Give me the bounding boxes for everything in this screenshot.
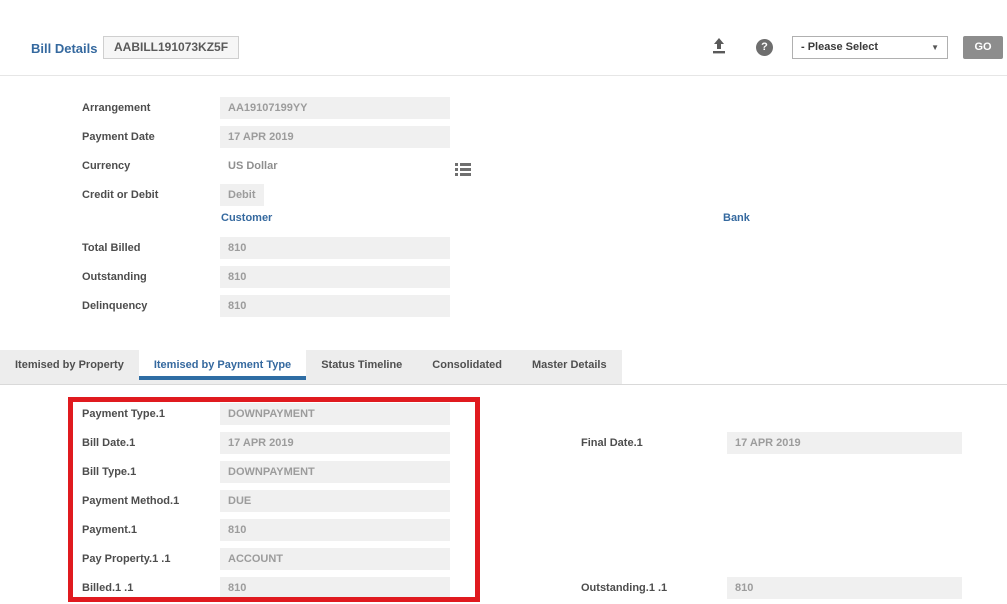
field-value-bill-type-1: DOWNPAYMENT	[220, 461, 450, 483]
header-divider	[0, 75, 1007, 76]
field-label-total-billed: Total Billed	[82, 242, 140, 254]
field-value-outstanding: 810	[220, 266, 450, 288]
field-label-bill-type-1: Bill Type.1	[82, 466, 136, 478]
field-label-billed-1-1: Billed.1 .1	[82, 582, 133, 594]
tab-itemised-by-payment-type[interactable]: Itemised by Payment Type	[139, 350, 306, 380]
field-value-payment-type-1: DOWNPAYMENT	[220, 403, 450, 425]
field-value-billed-1-1: 810	[220, 577, 450, 599]
field-label-credit-or-debit: Credit or Debit	[82, 189, 158, 201]
field-value-credit-or-debit: Debit	[220, 184, 264, 206]
list-lookup-icon[interactable]	[455, 162, 471, 182]
go-button[interactable]: GO	[963, 36, 1003, 59]
field-label-payment-method-1: Payment Method.1	[82, 495, 179, 507]
bank-link[interactable]: Bank	[723, 212, 750, 224]
field-label-outstanding: Outstanding	[82, 271, 147, 283]
field-label-outstanding-1-1: Outstanding.1 .1	[581, 582, 667, 594]
field-value-bill-date-1: 17 APR 2019	[220, 432, 450, 454]
customer-link[interactable]: Customer	[221, 212, 272, 224]
chevron-down-icon: ▼	[931, 37, 939, 58]
action-select-value: - Please Select	[801, 37, 878, 58]
action-select-dropdown[interactable]: - Please Select ▼	[792, 36, 948, 59]
bill-details-page: Bill Details AABILL191073KZ5F ? - Please…	[0, 0, 1007, 604]
field-label-payment-1: Payment.1	[82, 524, 137, 536]
tab-divider	[0, 384, 1007, 385]
field-value-pay-property-1-1: ACCOUNT	[220, 548, 450, 570]
help-icon[interactable]: ?	[756, 39, 773, 56]
field-label-bill-date-1: Bill Date.1	[82, 437, 135, 449]
field-value-payment-method-1: DUE	[220, 490, 450, 512]
tab-consolidated[interactable]: Consolidated	[417, 350, 517, 380]
upload-icon[interactable]	[710, 37, 728, 55]
bill-id-badge: AABILL191073KZ5F	[103, 36, 239, 59]
tab-master-details[interactable]: Master Details	[517, 350, 622, 380]
tab-status-timeline[interactable]: Status Timeline	[306, 350, 417, 380]
field-label-payment-date: Payment Date	[82, 131, 155, 143]
tab-itemised-by-property[interactable]: Itemised by Property	[0, 350, 139, 380]
field-value-final-date-1: 17 APR 2019	[727, 432, 962, 454]
field-value-currency: US Dollar	[228, 160, 278, 172]
field-value-total-billed: 810	[220, 237, 450, 259]
field-label-pay-property-1-1: Pay Property.1 .1	[82, 553, 170, 565]
field-value-payment-1: 810	[220, 519, 450, 541]
field-value-payment-date: 17 APR 2019	[220, 126, 450, 148]
field-label-arrangement: Arrangement	[82, 102, 150, 114]
field-label-currency: Currency	[82, 160, 130, 172]
field-value-outstanding-1-1: 810	[727, 577, 962, 599]
field-value-arrangement: AA19107199YY	[220, 97, 450, 119]
field-label-delinquency: Delinquency	[82, 300, 147, 312]
field-label-final-date-1: Final Date.1	[581, 437, 643, 449]
field-value-delinquency: 810	[220, 295, 450, 317]
page-title: Bill Details	[31, 41, 97, 56]
field-label-payment-type-1: Payment Type.1	[82, 408, 165, 420]
tab-bar: Itemised by Property Itemised by Payment…	[0, 350, 622, 384]
